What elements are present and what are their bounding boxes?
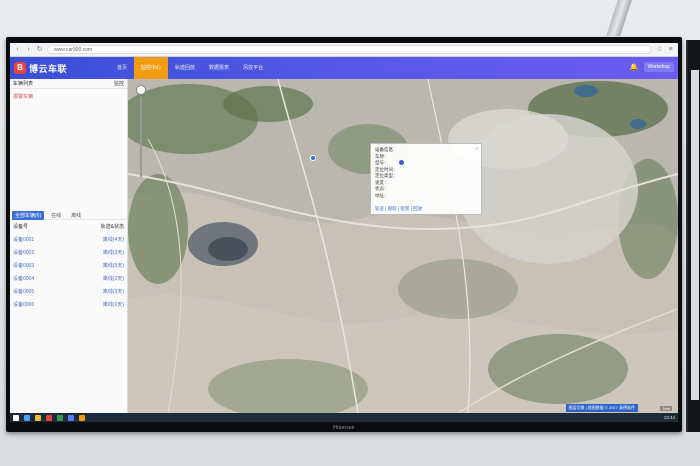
info-icon [399, 160, 404, 165]
device-status: 离线(3天) [102, 289, 124, 295]
back-icon[interactable]: ‹ [14, 46, 21, 53]
refresh-icon[interactable]: ↻ [36, 46, 43, 53]
device-id: 设备0006 [13, 302, 35, 308]
tv-brand-logo: Hisense [333, 425, 355, 431]
device-id: 设备0003 [13, 263, 35, 269]
list-item[interactable]: 设备0002 离线(3天) [10, 246, 127, 259]
taskbar-app-icon[interactable] [79, 414, 85, 421]
vehicle-sidebar: 车辆列表 监控 报警车辆 全部车辆(6) 在线 离线 设备号 轨迹&状态 设备0… [10, 79, 128, 413]
start-icon[interactable] [13, 414, 19, 421]
list-item[interactable]: 设备0001 离线(4天) [10, 233, 127, 246]
map-footer[interactable]: 图层切换 | 地图数据 © 2017 高德软件 [565, 404, 638, 412]
device-status: 离线(4天) [102, 237, 124, 243]
menu-item-home[interactable]: 首页 [110, 57, 134, 79]
address-bar[interactable]: www.car900.com [47, 45, 652, 54]
user-button[interactable]: Workshop [643, 62, 674, 72]
sidebar-title-right[interactable]: 监控 [114, 80, 124, 87]
device-id: 设备0002 [13, 250, 35, 256]
tab-online[interactable]: 在线 [48, 211, 64, 220]
menu-item-monitor[interactable]: 监控中心 [134, 57, 169, 79]
satellite-imagery [128, 79, 678, 413]
list-header-right: 轨迹&状态 [100, 224, 124, 230]
star-icon[interactable]: ☆ [656, 46, 663, 53]
popup-line: 地址： [375, 192, 389, 198]
pan-knob[interactable] [136, 85, 146, 95]
device-status: 离线(3天) [102, 250, 124, 256]
screen: ‹ › ↻ www.car900.com ☆ ≡ B 博云车联 首页 监控中心 … [10, 43, 678, 422]
taskbar-app-icon[interactable] [24, 414, 30, 421]
browser-toolbar: ‹ › ↻ www.car900.com ☆ ≡ [10, 43, 678, 57]
device-id: 设备0001 [13, 237, 35, 243]
tab-all[interactable]: 全部车辆(6) [12, 210, 45, 220]
satellite-map[interactable]: 设备信息 × 车牌： 型号： 定位时间： 定位类型： 速度： 状态： 地址： 轨… [128, 79, 678, 413]
vehicle-tabs: 全部车辆(6) 在线 离线 [10, 210, 127, 220]
taskbar-app-icon[interactable] [68, 414, 74, 421]
close-icon[interactable]: × [475, 146, 478, 153]
device-id: 设备0004 [13, 276, 35, 282]
tab-offline[interactable]: 离线 [68, 211, 84, 220]
taskbar-app-icon[interactable] [35, 414, 41, 421]
list-item[interactable]: 设备0006 离线(1天) [10, 298, 127, 311]
forward-icon[interactable]: › [25, 46, 32, 53]
menu-icon[interactable]: ≡ [667, 46, 674, 53]
device-status: 离线(1天) [102, 302, 124, 308]
tv-monitor: ‹ › ↻ www.car900.com ☆ ≡ B 博云车联 首页 监控中心 … [6, 37, 682, 432]
logo-icon: B [14, 62, 26, 74]
vehicle-marker[interactable] [310, 155, 316, 161]
menu-item-risk[interactable]: 风控平台 [236, 57, 270, 79]
list-header-left: 设备号 [13, 224, 29, 230]
bell-icon[interactable]: 🔔 [630, 63, 639, 71]
list-header: 设备号 轨迹&状态 [10, 220, 127, 233]
list-item[interactable]: 设备0005 离线(3天) [10, 285, 127, 298]
device-status: 离线(2天) [102, 276, 124, 282]
main-menu: 首页 监控中心 轨迹回放 数据报表 风控平台 [110, 57, 270, 79]
taskbar: 13:44 [10, 413, 678, 422]
menu-item-playback[interactable]: 轨迹回放 [168, 57, 202, 79]
main-area: 车辆列表 监控 报警车辆 全部车辆(6) 在线 离线 设备号 轨迹&状态 设备0… [10, 79, 678, 413]
vehicle-info-popup: 设备信息 × 车牌： 型号： 定位时间： 定位类型： 速度： 状态： 地址： 轨… [370, 143, 482, 215]
alert-vehicle-item[interactable]: 报警车辆 [10, 89, 127, 104]
taskbar-app-icon[interactable] [46, 414, 52, 421]
zoom-control[interactable] [136, 85, 146, 183]
device-id: 设备0005 [13, 289, 35, 295]
app-logo[interactable]: B 博云车联 [14, 62, 110, 75]
adjacent-monitor [686, 40, 700, 432]
logo-text: 博云车联 [29, 63, 68, 74]
app-header: B 博云车联 首页 监控中心 轨迹回放 数据报表 风控平台 🔔 Workshop [10, 57, 678, 79]
taskbar-clock: 13:44 [663, 415, 675, 420]
sidebar-title: 车辆列表 [13, 81, 34, 87]
menu-item-reports[interactable]: 数据报表 [202, 57, 236, 79]
list-item[interactable]: 设备0004 离线(2天) [10, 272, 127, 285]
popup-actions[interactable]: 轨迹 | 跟踪 | 街景 | 回放 [375, 206, 422, 213]
taskbar-app-icon[interactable] [57, 414, 63, 421]
device-status: 离线(5天) [102, 263, 124, 269]
list-item[interactable]: 设备0003 离线(5天) [10, 259, 127, 272]
map-scale: 1km [660, 406, 672, 411]
wall-pipe [606, 0, 632, 36]
zoom-slider[interactable] [140, 97, 142, 177]
